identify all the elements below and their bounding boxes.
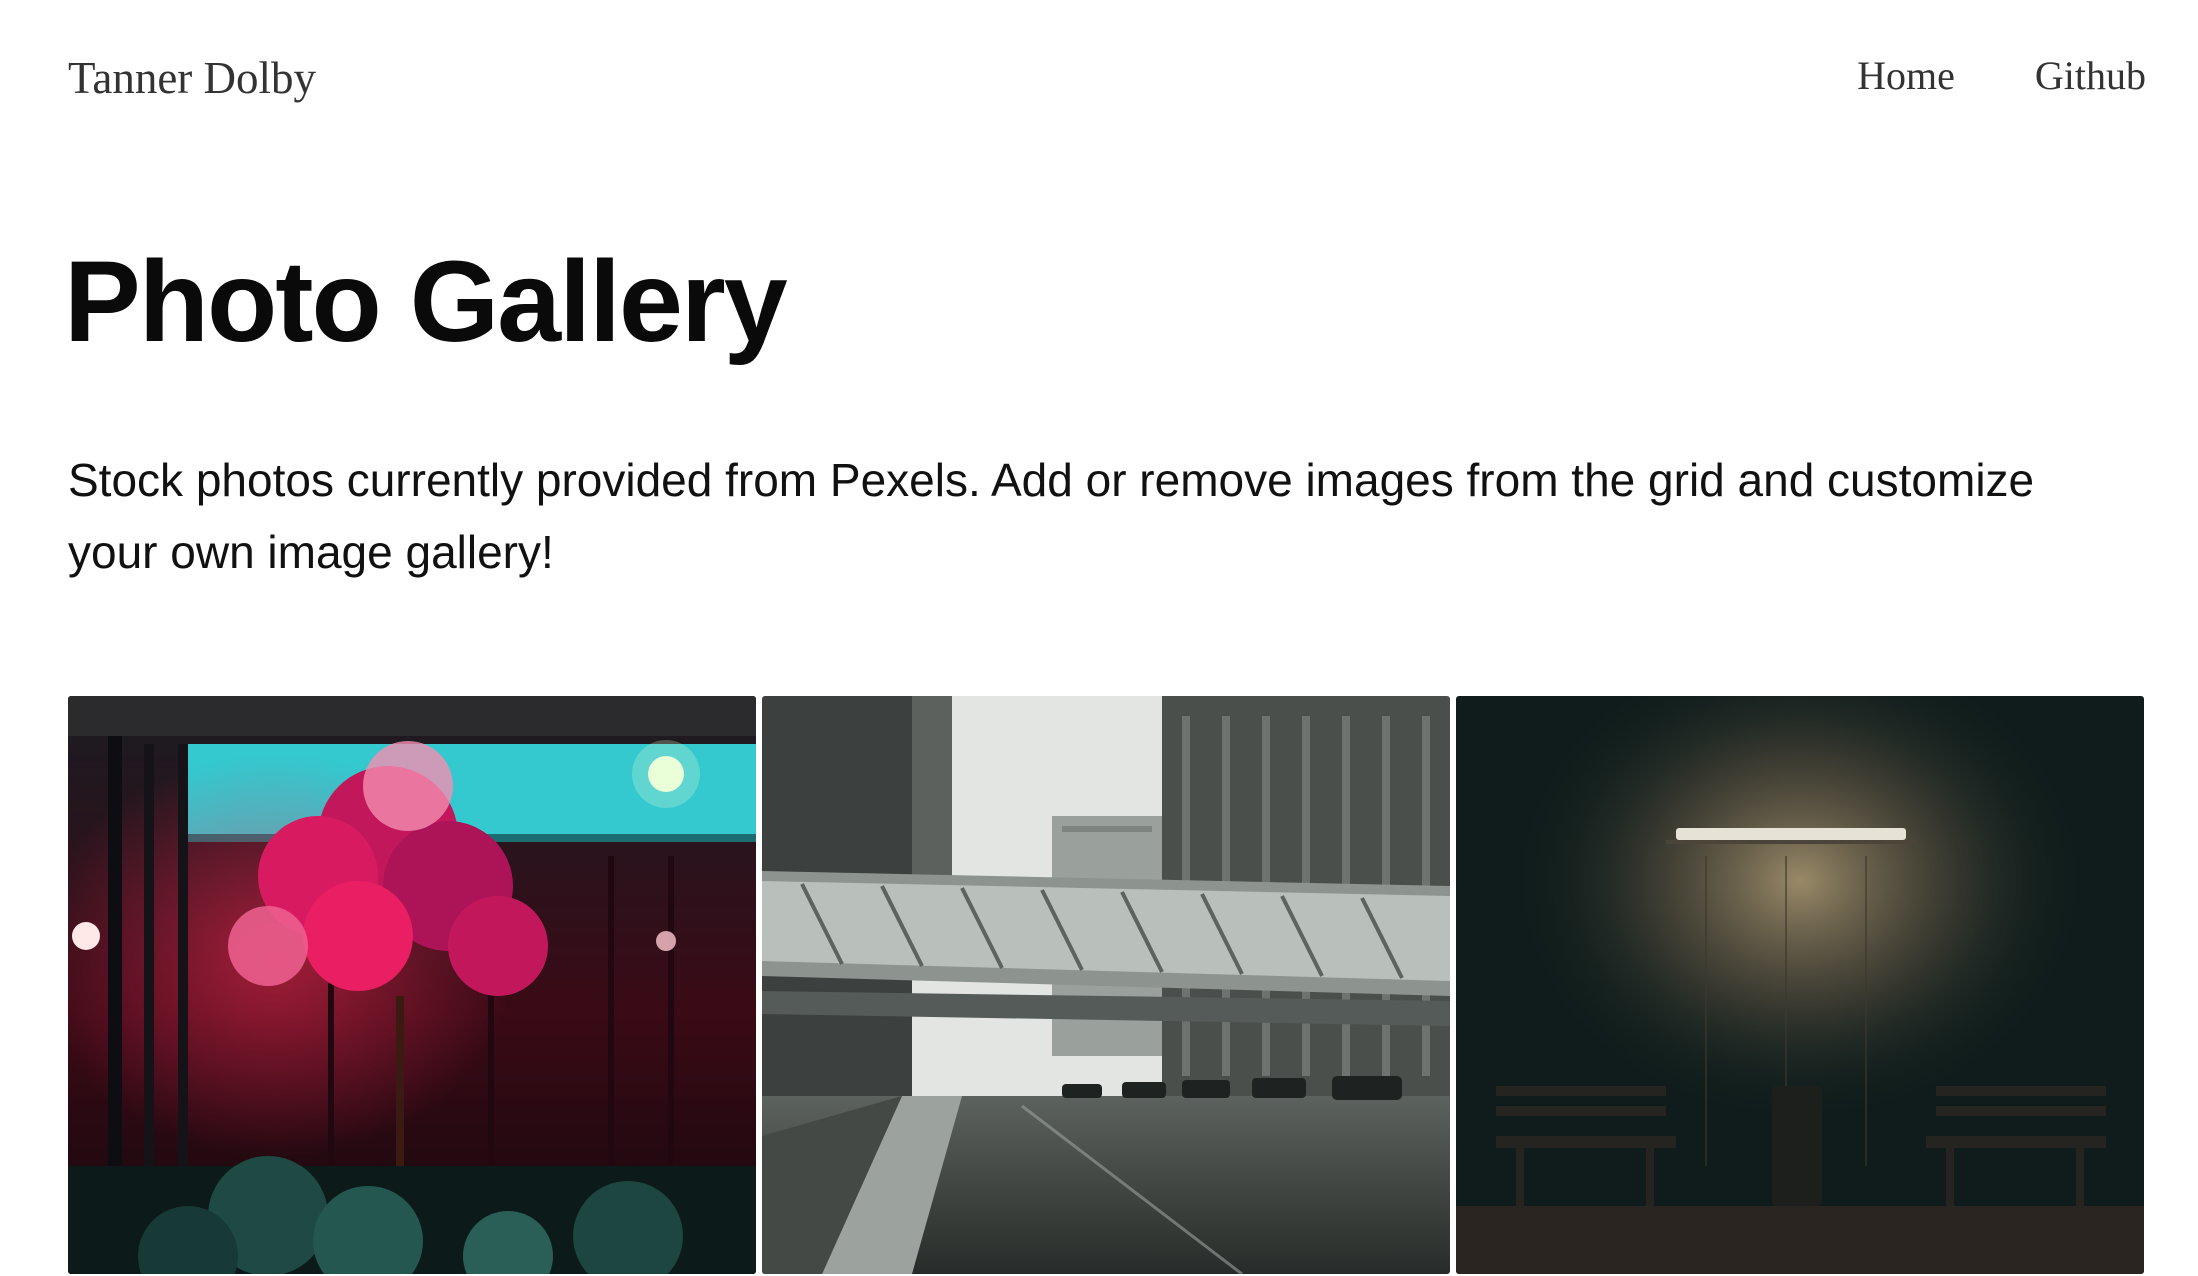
nav-link-home[interactable]: Home (1857, 52, 1955, 99)
city-skybridge-photo (762, 696, 1450, 1274)
nav-link-github[interactable]: Github (2035, 52, 2146, 99)
gallery-photo-1[interactable] (68, 696, 756, 1274)
site-brand-link[interactable]: Tanner Dolby (68, 52, 316, 104)
main-nav: Home Github (1857, 52, 2146, 99)
lamp-benches-photo (1456, 696, 2144, 1274)
photo-gallery-grid (68, 696, 2144, 1274)
site-header: Tanner Dolby Home Github (0, 0, 2198, 160)
page-description: Stock photos currently provided from Pex… (68, 454, 2035, 578)
page-title: Photo Gallery (64, 238, 788, 366)
neon-storefront-photo (68, 696, 756, 1274)
gallery-photo-3[interactable] (1456, 696, 2144, 1274)
gallery-photo-2[interactable] (762, 696, 1450, 1274)
